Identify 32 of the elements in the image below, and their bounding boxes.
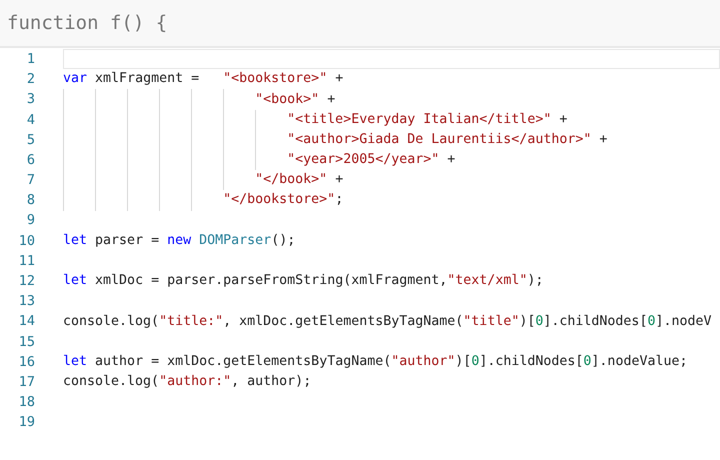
- code-line: let parser = new DOMParser();: [63, 232, 296, 250]
- line-number: 5: [26, 130, 35, 150]
- line-number: 3: [26, 90, 35, 110]
- code-line: var xmlFragment = "<bookstore>" +: [63, 70, 344, 88]
- code-line: "<author>Giada De Laurentiis</author>" +: [63, 130, 720, 150]
- code-line: let xmlDoc = parser.parseFromString(xmlFragment,"text/xml");: [63, 272, 544, 290]
- line-number: 7: [26, 171, 35, 190]
- line-number: 4: [26, 110, 35, 130]
- line-number: 1: [26, 50, 35, 69]
- code-line: "</book>" +: [63, 170, 720, 190]
- line-number: 6: [26, 150, 35, 170]
- code-header: function f() {: [0, 0, 720, 48]
- line-number: 10: [18, 232, 35, 251]
- code-line: "</bookstore>";: [63, 190, 720, 210]
- line-number: 18: [18, 393, 35, 412]
- code-line: "<year>2005</year>" +: [63, 150, 720, 170]
- line-number: 11: [18, 252, 35, 271]
- line-number: 12: [18, 272, 35, 292]
- code-line: "<book>" +: [63, 89, 720, 110]
- line-number: 17: [18, 372, 35, 392]
- line-number: 9: [26, 211, 35, 230]
- code-line: console.log("title:", xmlDoc.getElementsByTagName("title")[0].childNodes[0].nodeV: [63, 312, 713, 331]
- line-number: 8: [26, 191, 35, 210]
- line-number: 15: [18, 332, 35, 352]
- line-number: 16: [18, 352, 35, 372]
- line-number: 14: [18, 312, 35, 332]
- code-line: let author = xmlDoc.getElementsByTagName("author")[0].childNodes[0].nodeValue;: [63, 352, 688, 371]
- line-number: 2: [26, 70, 35, 90]
- line-number: 19: [18, 413, 35, 432]
- code-line: console.log("author:", author);: [63, 373, 312, 392]
- line-number: 13: [18, 292, 35, 312]
- code-line: "<title>Everyday Italian</title>" +: [63, 110, 720, 130]
